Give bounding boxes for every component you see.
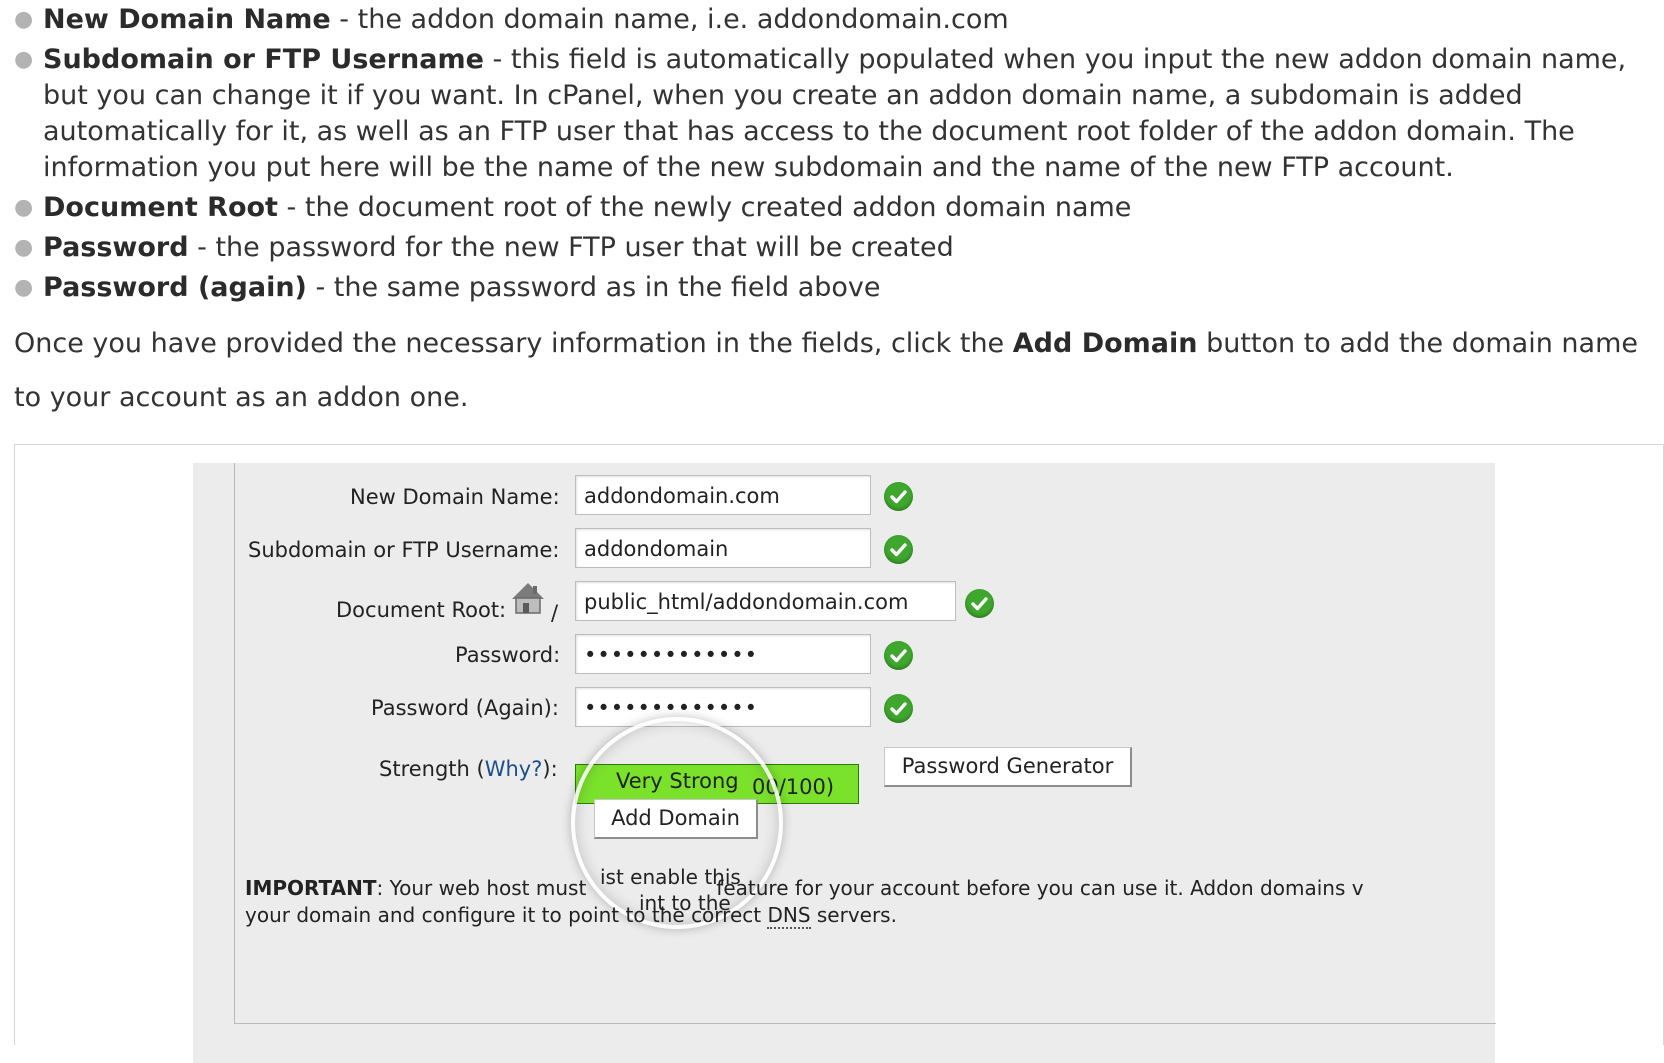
screenshot-figure: New Domain Name: addondomain.com Subdoma… bbox=[14, 444, 1664, 1063]
instruction-bold: Add Domain bbox=[1012, 328, 1198, 359]
check-icon bbox=[884, 694, 913, 723]
strength-meter: Very Strong 00/100) bbox=[575, 764, 859, 804]
bullet-icon: ● bbox=[14, 47, 34, 72]
field-description: - the addon domain name, i.e. addondomai… bbox=[330, 4, 1009, 35]
field-term: Password (again) bbox=[43, 272, 307, 303]
field-description: - the password for the new FTP user that… bbox=[188, 232, 954, 263]
field-description: - the document root of the newly created… bbox=[277, 192, 1132, 223]
list-item: ● Password (again) - the same password as… bbox=[14, 270, 1654, 306]
password-generator-button[interactable]: Password Generator bbox=[884, 747, 1132, 787]
bullet-icon: ● bbox=[14, 7, 34, 32]
important-note: IMPORTANT: Your web host must feature for… bbox=[245, 875, 1465, 929]
strength-text: Very Strong bbox=[616, 769, 739, 793]
important-line-2: your domain and configure it to point to… bbox=[245, 902, 1465, 929]
new-domain-input[interactable]: addondomain.com bbox=[575, 475, 871, 515]
password-input[interactable]: ••••••••••••• bbox=[575, 634, 871, 674]
list-item: ● Document Root - the document root of th… bbox=[14, 190, 1654, 226]
subdomain-label: Subdomain or FTP Username: bbox=[248, 538, 560, 562]
strength-label-text: Strength ( bbox=[379, 757, 485, 781]
field-description-list: ● New Domain Name - the addon domain name… bbox=[14, 2, 1654, 310]
list-item: ● Subdomain or FTP Username - this field … bbox=[14, 42, 1654, 186]
check-icon bbox=[884, 482, 913, 511]
important-label: IMPORTANT bbox=[245, 876, 377, 900]
list-item: ● Password - the password for the new FTP… bbox=[14, 230, 1654, 266]
cpanel-addon-form: New Domain Name: addondomain.com Subdoma… bbox=[193, 463, 1496, 1063]
new-domain-label: New Domain Name: bbox=[350, 485, 560, 509]
strength-label-end: ): bbox=[542, 757, 558, 781]
dns-abbr: DNS bbox=[767, 903, 811, 929]
list-item: ● New Domain Name - the addon domain name… bbox=[14, 2, 1654, 38]
field-term: New Domain Name bbox=[43, 4, 331, 35]
field-term: Document Root bbox=[43, 192, 278, 223]
important-text-2-end: servers. bbox=[810, 903, 897, 927]
strength-score: 00/100) bbox=[752, 775, 835, 799]
password-label: Password: bbox=[455, 643, 561, 667]
bullet-icon: ● bbox=[14, 275, 34, 300]
important-text-2: your domain and configure it to point to… bbox=[245, 903, 768, 927]
password-again-label: Password (Again): bbox=[371, 696, 559, 720]
docroot-input[interactable]: public_html/addondomain.com bbox=[575, 581, 956, 621]
check-icon bbox=[965, 589, 994, 618]
field-term: Subdomain or FTP Username bbox=[43, 44, 484, 75]
instruction-text: Once you have provided the necessary inf… bbox=[14, 328, 1013, 359]
instruction-paragraph: Once you have provided the necessary inf… bbox=[14, 317, 1654, 425]
important-text-cont: feature for your account before you can … bbox=[716, 876, 1364, 900]
why-link[interactable]: Why? bbox=[485, 757, 543, 781]
add-domain-button[interactable]: Add Domain bbox=[594, 799, 758, 839]
bullet-icon: ● bbox=[14, 235, 34, 260]
subdomain-input[interactable]: addondomain bbox=[575, 528, 871, 568]
bullet-icon: ● bbox=[14, 195, 34, 220]
password-again-input[interactable]: ••••••••••••• bbox=[575, 687, 871, 727]
important-line-1: IMPORTANT: Your web host must feature for… bbox=[245, 875, 1465, 902]
docroot-slash: / bbox=[551, 601, 559, 625]
field-description: - the same password as in the field abov… bbox=[306, 272, 881, 303]
check-icon bbox=[884, 535, 913, 564]
strength-label: Strength (Why?): bbox=[379, 757, 558, 781]
important-text: : Your web host must bbox=[376, 876, 587, 900]
field-term: Password bbox=[43, 232, 189, 263]
check-icon bbox=[884, 641, 913, 670]
docroot-label: Document Root: bbox=[336, 598, 507, 622]
